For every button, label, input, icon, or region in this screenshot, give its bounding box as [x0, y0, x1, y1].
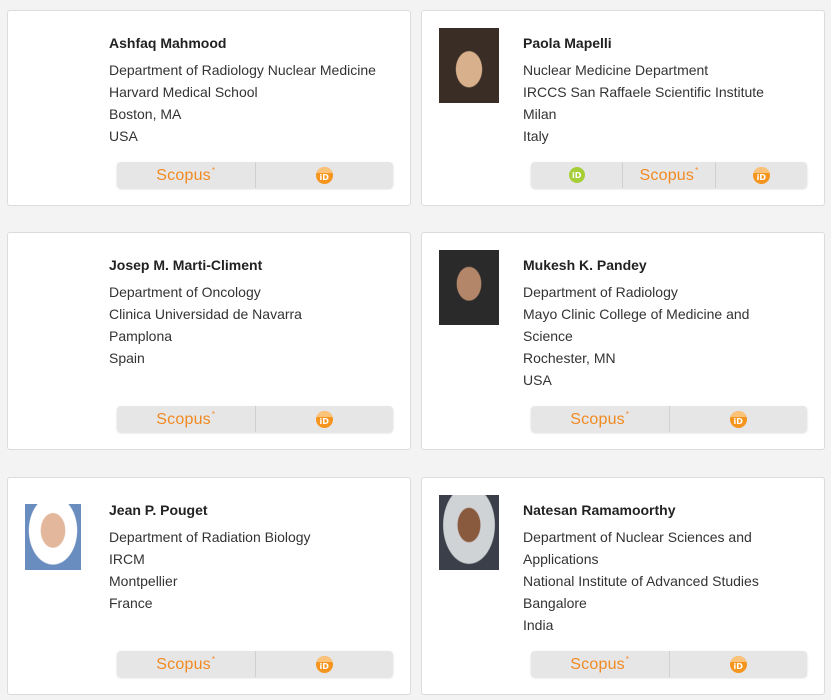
affiliation-line: USA [109, 128, 138, 144]
scopus-button[interactable]: Scopus* [117, 162, 256, 188]
scopus-logo: Scopus* [156, 409, 216, 428]
affiliation-line: Mayo Clinic College of Medicine and [523, 306, 750, 322]
person-name[interactable]: Paola Mapelli [523, 33, 813, 53]
affiliation-line: Harvard Medical School [109, 84, 258, 100]
id-icon: iD [315, 410, 333, 428]
affiliation-line: Spain [109, 350, 145, 366]
person-name[interactable]: Josep M. Marti-Climent [109, 255, 399, 275]
scopus-logo: Scopus* [639, 165, 699, 184]
person-info: Paola Mapelli Nuclear Medicine Departmen… [523, 33, 813, 147]
affiliation-line: Pamplona [109, 328, 173, 344]
scopus-button[interactable]: Scopus* [531, 406, 670, 432]
affiliation-line: Department of Oncology [109, 284, 261, 300]
person-card-mukesh-pandey: Mukesh K. Pandey Department of Radiology… [421, 232, 825, 450]
scopus-logo: Scopus* [570, 654, 630, 673]
person-photo [439, 28, 499, 103]
id-button[interactable]: iD [670, 406, 808, 432]
person-info: Josep M. Marti-Climent Department of Onc… [109, 255, 399, 369]
affiliation-line: Science [523, 328, 573, 344]
id-button[interactable]: iD [256, 162, 394, 188]
person-name[interactable]: Jean P. Pouget [109, 500, 399, 520]
affiliation-line: USA [523, 372, 552, 388]
person-card-paola-mapelli: Paola Mapelli Nuclear Medicine Departmen… [421, 10, 825, 206]
scopus-button[interactable]: Scopus* [623, 162, 716, 188]
id-button[interactable]: iD [256, 406, 394, 432]
affiliation-line: Montpellier [109, 573, 178, 589]
id-button[interactable]: iD [670, 651, 808, 677]
profile-links: iD Scopus* iD [531, 162, 807, 188]
affiliation-line: Bangalore [523, 595, 587, 611]
person-photo [439, 495, 499, 570]
id-button[interactable]: iD [716, 162, 807, 188]
affiliation-line: National Institute of Advanced Studies [523, 573, 759, 589]
person-name[interactable]: Mukesh K. Pandey [523, 255, 813, 275]
scopus-button[interactable]: Scopus* [117, 651, 256, 677]
person-photo [25, 504, 81, 570]
profile-links: Scopus* iD [531, 406, 807, 432]
affiliation-line: Boston, MA [109, 106, 182, 122]
person-card-natesan-ramamoorthy: Natesan Ramamoorthy Department of Nuclea… [421, 477, 825, 695]
person-info: Mukesh K. Pandey Department of Radiology… [523, 255, 813, 391]
id-icon: iD [729, 655, 747, 673]
affiliation-line: Rochester, MN [523, 350, 616, 366]
affiliation-line: Department of Nuclear Sciences and [523, 529, 752, 545]
affiliation-line: Clinica Universidad de Navarra [109, 306, 302, 322]
affiliation-line: Department of Radiology Nuclear Medicine [109, 62, 376, 78]
id-icon: iD [315, 166, 333, 184]
affiliation-line: Nuclear Medicine Department [523, 62, 709, 78]
person-card-jean-pouget: Jean P. Pouget Department of Radiation B… [7, 477, 411, 695]
person-info: Ashfaq Mahmood Department of Radiology N… [109, 33, 399, 147]
scopus-button[interactable]: Scopus* [117, 406, 256, 432]
scopus-button[interactable]: Scopus* [531, 651, 670, 677]
scopus-logo: Scopus* [570, 409, 630, 428]
person-photo [439, 250, 499, 325]
id-icon: iD [752, 166, 770, 184]
affiliation-line: Milan [523, 106, 557, 122]
affiliation-line: Department of Radiation Biology [109, 529, 311, 545]
affiliation-line: India [523, 617, 554, 633]
affiliation-line: France [109, 595, 153, 611]
profile-links: Scopus* iD [117, 651, 393, 677]
affiliation-line: Italy [523, 128, 549, 144]
id-icon: iD [729, 410, 747, 428]
person-name[interactable]: Natesan Ramamoorthy [523, 500, 813, 520]
profile-links: Scopus* iD [531, 651, 807, 677]
person-card-josep-marti-climent: Josep M. Marti-Climent Department of Onc… [7, 232, 411, 450]
id-button[interactable]: iD [256, 651, 394, 677]
person-card-ashfaq-mahmood: Ashfaq Mahmood Department of Radiology N… [7, 10, 411, 206]
person-info: Jean P. Pouget Department of Radiation B… [109, 500, 399, 614]
affiliation-line: IRCCS San Raffaele Scientific Institute [523, 84, 764, 100]
affiliation-line: Department of Radiology [523, 284, 678, 300]
scopus-logo: Scopus* [156, 654, 216, 673]
profile-links: Scopus* iD [117, 162, 393, 188]
person-info: Natesan Ramamoorthy Department of Nuclea… [523, 500, 813, 636]
orcid-icon: iD [568, 167, 585, 183]
person-name[interactable]: Ashfaq Mahmood [109, 33, 399, 53]
affiliation-line: IRCM [109, 551, 145, 567]
id-icon: iD [315, 655, 333, 673]
affiliation-line: Applications [523, 551, 599, 567]
profile-links: Scopus* iD [117, 406, 393, 432]
scopus-logo: Scopus* [156, 165, 216, 184]
orcid-button[interactable]: iD [531, 162, 624, 188]
